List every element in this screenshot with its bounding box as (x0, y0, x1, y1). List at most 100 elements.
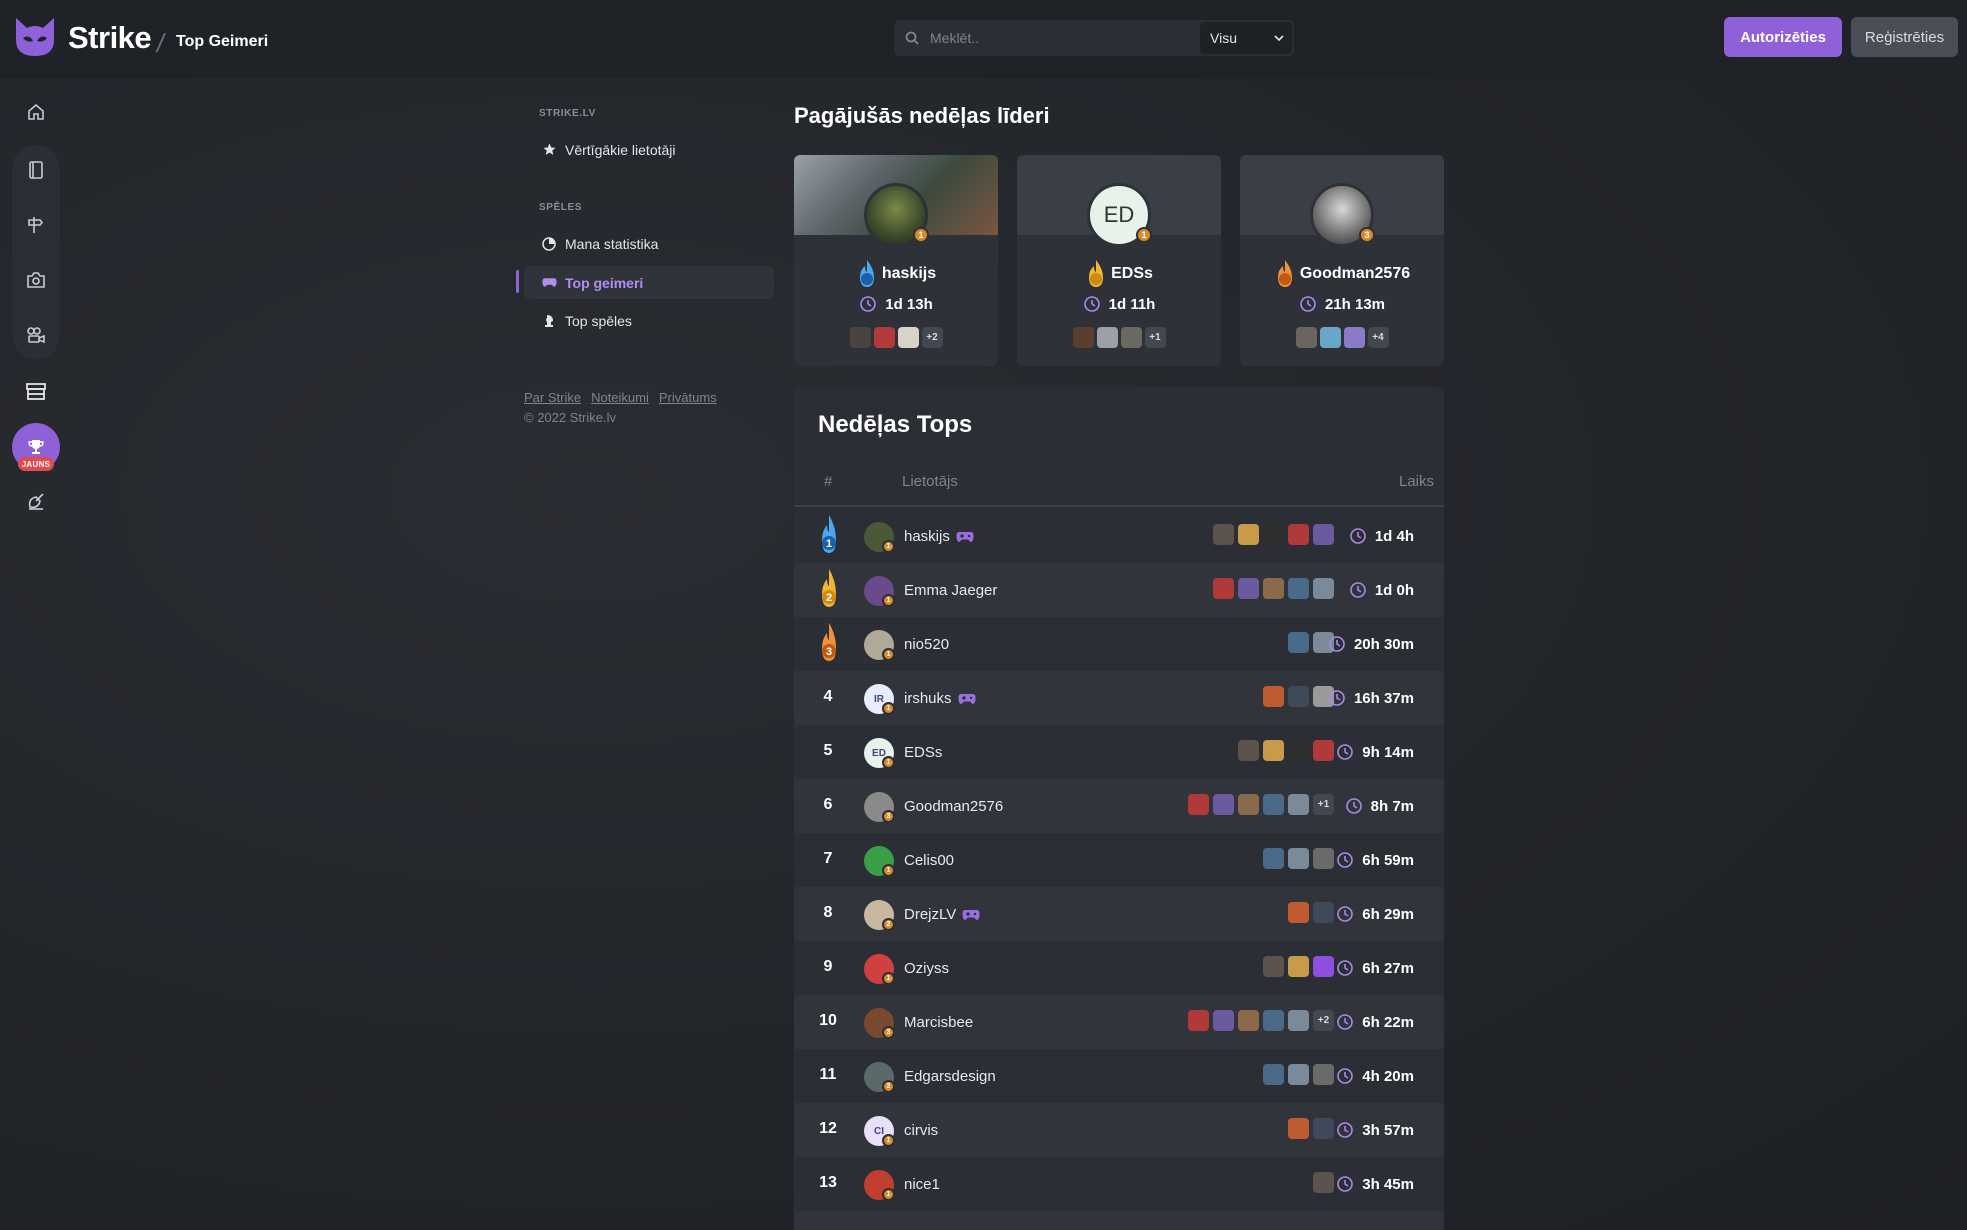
table-row[interactable]: 6 3 Goodman2576 +1 8h 7m (794, 779, 1444, 833)
game-thumb[interactable] (1313, 848, 1334, 869)
username-cell[interactable]: Marcisbee (904, 1014, 973, 1031)
brand-name[interactable]: Strike (68, 20, 152, 56)
game-thumb[interactable] (1313, 956, 1334, 977)
table-row[interactable]: 9 1 Oziyss 6h 27m (794, 941, 1444, 995)
table-row[interactable]: 10 3 Marcisbee +2 6h 22m (794, 995, 1444, 1049)
rail-news[interactable] (12, 146, 60, 194)
username-cell[interactable]: nio520 (904, 636, 949, 653)
nav-item-top-gamers[interactable]: Top geimeri (524, 266, 774, 299)
footer-link-terms[interactable]: Noteikumi (591, 390, 649, 405)
nav-item-valuable-users[interactable]: Vērtīgākie lietotāji (524, 133, 774, 166)
username-cell[interactable]: EDSs (904, 744, 942, 761)
search-scope-select[interactable]: Visu (1200, 22, 1292, 54)
table-row[interactable]: 4 IR 1 irshuks 16h 37m (794, 671, 1444, 725)
game-thumb[interactable] (1213, 794, 1234, 815)
game-thumb[interactable] (1213, 578, 1234, 599)
rail-home[interactable] (12, 88, 60, 136)
username[interactable]: nio520 (904, 636, 949, 653)
game-thumb[interactable] (1072, 327, 1094, 348)
game-thumb[interactable] (1313, 524, 1334, 545)
username[interactable]: Celis00 (904, 852, 954, 869)
game-thumb[interactable] (1188, 1010, 1209, 1031)
nav-item-my-stats[interactable]: Mana statistika (524, 227, 774, 260)
nav-item-top-games[interactable]: Top spēles (524, 304, 774, 337)
username[interactable]: DrejzLV (904, 906, 956, 923)
game-thumb[interactable] (1288, 848, 1309, 869)
strike-cat-logo-icon[interactable] (12, 14, 58, 60)
username-cell[interactable]: Edgarsdesign (904, 1068, 996, 1085)
register-button[interactable]: Reģistrēties (1851, 17, 1958, 57)
game-thumb[interactable] (1263, 848, 1284, 869)
game-thumb[interactable] (1313, 1172, 1334, 1193)
game-thumb[interactable] (1263, 1010, 1284, 1031)
leader-card-2[interactable]: ED 1 2 EDSs 1d 11h +1 (1017, 155, 1221, 366)
search-input[interactable] (930, 20, 1200, 56)
rail-guides[interactable] (12, 201, 60, 249)
game-thumb[interactable] (1263, 740, 1284, 761)
game-thumb[interactable] (1263, 956, 1284, 977)
game-thumb[interactable] (1288, 578, 1309, 599)
game-thumb[interactable] (849, 327, 871, 348)
username[interactable]: Edgarsdesign (904, 1068, 996, 1085)
game-thumb[interactable] (1238, 524, 1259, 545)
username-cell[interactable]: Oziyss (904, 960, 949, 977)
game-thumb[interactable] (1263, 794, 1284, 815)
game-thumb[interactable] (1213, 1010, 1234, 1031)
game-thumb[interactable] (1319, 327, 1341, 348)
table-row[interactable]: 7 1 Celis00 6h 59m (794, 833, 1444, 887)
username[interactable]: Emma Jaeger (904, 582, 997, 599)
table-row[interactable]: 111haskijs1d 4h (794, 509, 1444, 563)
username[interactable]: nice1 (904, 1176, 940, 1193)
game-thumb[interactable] (1313, 578, 1334, 599)
table-row[interactable]: 8 2 DrejzLV 6h 29m (794, 887, 1444, 941)
game-thumb[interactable] (1288, 902, 1309, 923)
username-cell[interactable]: haskijs (904, 528, 974, 545)
more-games-count[interactable]: +2 (921, 327, 943, 348)
username[interactable]: haskijs (904, 528, 950, 545)
username[interactable]: Goodman2576 (904, 798, 1003, 815)
game-thumb[interactable] (1343, 327, 1365, 348)
game-thumb[interactable] (1288, 740, 1309, 761)
table-row[interactable]: 331nio52020h 30m (794, 617, 1444, 671)
footer-link-privacy[interactable]: Privātums (659, 390, 717, 405)
username-cell[interactable]: Emma Jaeger (904, 582, 997, 599)
game-thumb[interactable] (1288, 794, 1309, 815)
game-thumb[interactable] (1288, 524, 1309, 545)
username-cell[interactable]: Celis00 (904, 852, 954, 869)
username-cell[interactable]: cirvis (904, 1122, 938, 1139)
table-row[interactable]: 11 2 Edgarsdesign 4h 20m (794, 1049, 1444, 1103)
table-row[interactable]: 12 CI 1 cirvis 3h 57m (794, 1103, 1444, 1157)
username-cell[interactable]: DrejzLV (904, 906, 980, 923)
game-thumb[interactable] (1313, 902, 1334, 923)
game-thumb[interactable] (1213, 524, 1234, 545)
game-thumb[interactable] (1120, 327, 1142, 348)
game-thumb[interactable] (1263, 578, 1284, 599)
game-thumb[interactable] (1288, 686, 1309, 707)
game-thumb[interactable] (1263, 524, 1284, 545)
game-thumb[interactable] (1238, 740, 1259, 761)
game-thumb[interactable] (1313, 1064, 1334, 1085)
username[interactable]: Marcisbee (904, 1014, 973, 1031)
username[interactable]: cirvis (904, 1122, 938, 1139)
game-thumb[interactable] (1288, 956, 1309, 977)
game-thumb[interactable] (897, 327, 919, 348)
rail-store[interactable] (12, 367, 60, 415)
username-cell[interactable]: irshuks (904, 690, 976, 707)
more-games-count[interactable]: +1 (1313, 794, 1334, 815)
more-games-count[interactable]: +4 (1367, 327, 1389, 348)
rail-servers[interactable] (12, 477, 60, 525)
game-thumb[interactable] (1313, 1118, 1334, 1139)
game-thumb[interactable] (1313, 740, 1334, 761)
username-cell[interactable]: nice1 (904, 1176, 940, 1193)
game-thumb[interactable] (1263, 1064, 1284, 1085)
username[interactable]: irshuks (904, 690, 952, 707)
table-row[interactable]: 13 1 nice1 3h 45m (794, 1157, 1444, 1211)
leader-card-1[interactable]: 1 1 haskijs 1d 13h +2 (794, 155, 998, 366)
game-thumb[interactable] (1263, 686, 1284, 707)
game-thumb[interactable] (873, 327, 895, 348)
table-row-partial[interactable] (794, 1211, 1444, 1230)
game-thumb[interactable] (1288, 1118, 1309, 1139)
game-thumb[interactable] (1238, 578, 1259, 599)
username[interactable]: EDSs (904, 744, 942, 761)
username[interactable]: Oziyss (904, 960, 949, 977)
